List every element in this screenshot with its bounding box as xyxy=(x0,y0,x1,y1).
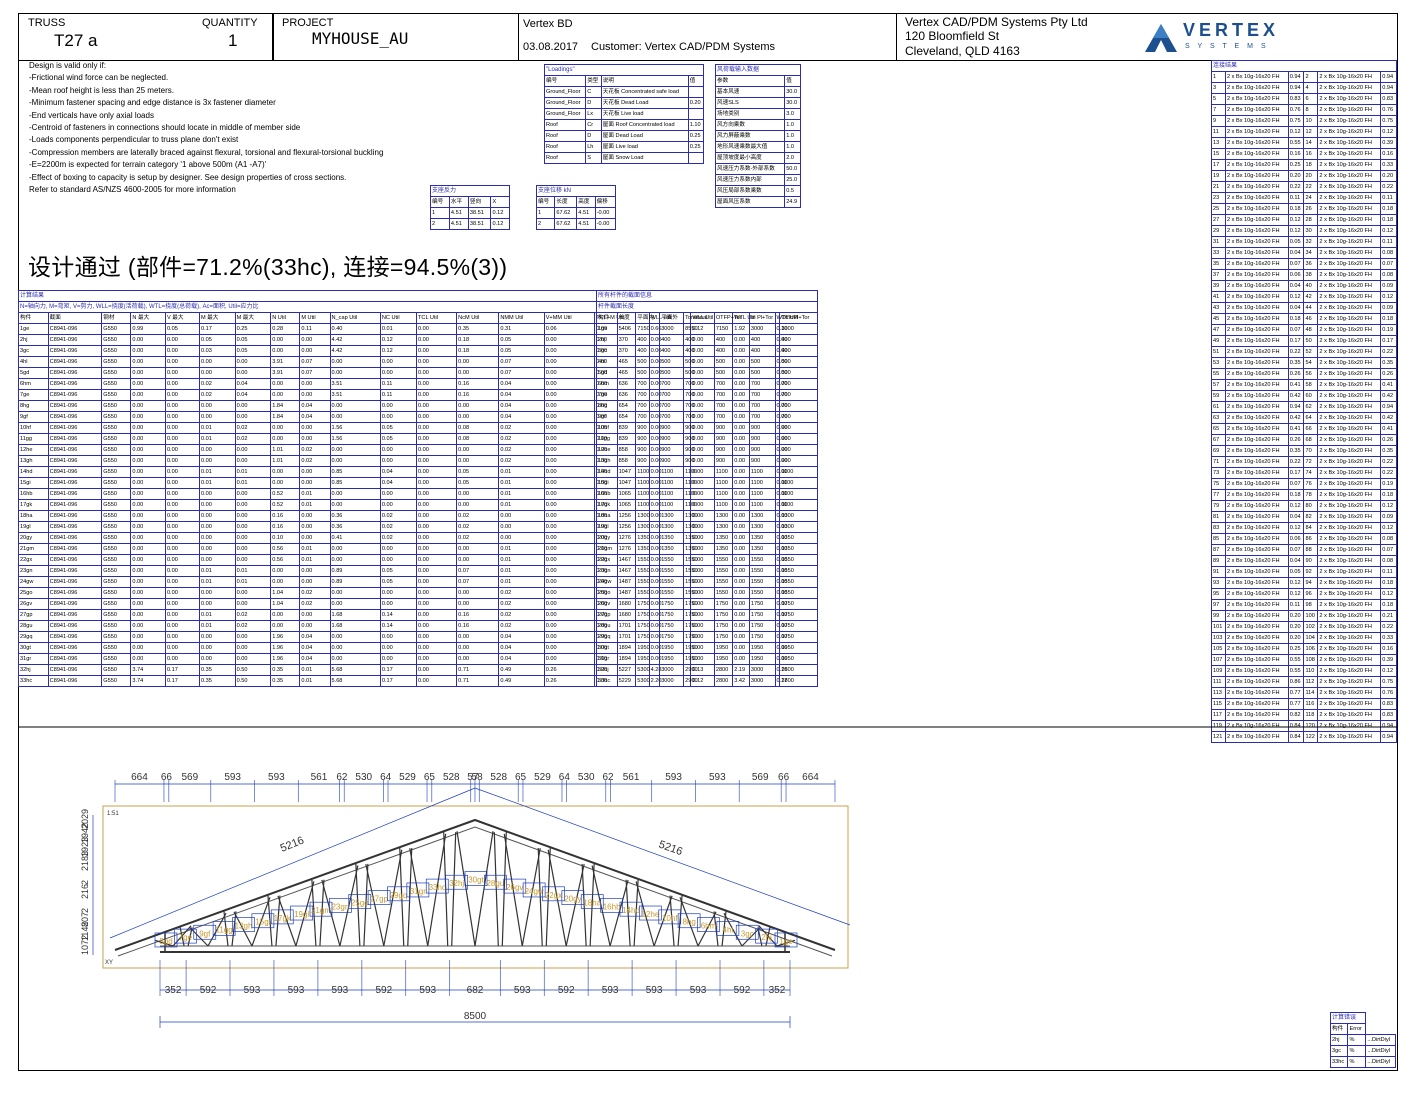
top-dimension-text: 529 xyxy=(399,772,416,783)
member-tag: 28gu xyxy=(486,879,504,888)
top-dimension-text: 62 xyxy=(336,772,348,783)
member-tag: 24gw xyxy=(525,887,544,896)
member-tag: 30gt xyxy=(468,875,484,884)
rafter-length-right: 5216 xyxy=(657,839,684,859)
web-member xyxy=(474,831,494,947)
top-dimension-text: 664 xyxy=(131,772,148,783)
member-tag: 26gv xyxy=(506,883,523,892)
member-tag: 27gp xyxy=(370,895,388,904)
member-tag: 33hc xyxy=(429,883,446,892)
top-dimension-text: 530 xyxy=(355,772,372,783)
member-tag: 16hb xyxy=(603,902,621,911)
member-tag: 29gq xyxy=(390,891,408,900)
top-dimension-text: 593 xyxy=(709,772,726,783)
member-tag: 31gr xyxy=(410,887,426,896)
top-dimension-text: 561 xyxy=(311,772,328,783)
top-dimension-text: 62 xyxy=(603,772,615,783)
member-tag: 9gf xyxy=(199,929,211,938)
member-tag: 17gk xyxy=(274,914,292,923)
truss-drawing: 1:51XY664 66 569 593 593 561 62 530 64 529 65 528 57… xyxy=(18,726,1398,1028)
member-tag: 12he xyxy=(641,910,659,919)
top-dimension-text: 593 xyxy=(224,772,241,783)
top-dimension-text: 66 xyxy=(161,772,173,783)
height-dimension-text: 216 xyxy=(80,884,90,899)
top-dimension-text: 561 xyxy=(623,772,640,783)
bottom-dimension-text: 593 xyxy=(244,985,261,996)
bottom-dimension-text: 593 xyxy=(419,985,436,996)
top-dimension-text: 530 xyxy=(578,772,595,783)
top-dimension-text: 66 xyxy=(778,772,790,783)
member-tag: 1ge xyxy=(779,937,793,946)
bottom-dimension-text: 592 xyxy=(200,985,217,996)
member-tag: 5gd xyxy=(159,937,172,946)
top-dimension-text: 64 xyxy=(380,772,392,783)
bottom-dimension-text: 352 xyxy=(769,985,786,996)
member-tag: 21gm xyxy=(311,906,331,915)
top-dimension-text: 65 xyxy=(515,772,527,783)
overall-dimension-text: 8500 xyxy=(464,1011,487,1022)
top-dimension-text: 528 xyxy=(490,772,507,783)
bottom-dimension-text: 593 xyxy=(690,985,707,996)
member-tag: 20gy xyxy=(564,895,581,904)
member-tag: 10hf xyxy=(662,914,678,923)
member-tag: 11gg xyxy=(216,925,233,934)
member-tag: 19gl xyxy=(294,910,309,919)
member-tag: 8hg xyxy=(682,918,695,927)
member-tag: 3gc xyxy=(741,929,754,938)
height-dimension-text: 2029 xyxy=(80,809,90,829)
top-dimension-text: 593 xyxy=(665,772,682,783)
member-tag: 14hd xyxy=(622,906,640,915)
bottom-dimension-text: 593 xyxy=(514,985,531,996)
rafter-length-left: 5216 xyxy=(279,834,306,854)
rafter-dimension-line-left xyxy=(109,787,476,939)
bottom-dimension-text: 593 xyxy=(288,985,305,996)
member-tag: 32hj xyxy=(449,879,464,888)
bottom-dimension-text: 682 xyxy=(467,985,484,996)
height-dimension-text: 807 xyxy=(80,912,90,927)
top-chord-inner xyxy=(117,826,833,957)
height-dimension-text: 2 xyxy=(80,908,90,913)
member-tag: 23gn xyxy=(331,902,349,911)
top-dimension-text: 529 xyxy=(534,772,551,783)
bottom-dimension-text: 352 xyxy=(165,985,182,996)
top-dimension-text: 593 xyxy=(268,772,285,783)
top-dimension-text: 569 xyxy=(181,772,198,783)
height-dimension-text: 2 xyxy=(80,880,90,885)
member-tag: 13gh xyxy=(235,922,253,931)
top-dimension-text: 58 xyxy=(472,772,484,783)
bottom-dimension-text: 593 xyxy=(646,985,663,996)
top-dimension-text: 664 xyxy=(802,772,819,783)
bottom-dimension-text: 593 xyxy=(332,985,349,996)
bottom-dimension-text: 592 xyxy=(734,985,751,996)
member-tag: 4hl xyxy=(723,925,734,934)
bottom-dimension-text: 593 xyxy=(602,985,619,996)
top-dimension-text: 65 xyxy=(424,772,436,783)
scale-label: 1:51 xyxy=(107,811,119,817)
top-dimension-text: 64 xyxy=(559,772,571,783)
top-dimension-text: 528 xyxy=(443,772,460,783)
web-member xyxy=(456,831,476,947)
top-dimension-text: 569 xyxy=(752,772,769,783)
axis-label: XY xyxy=(105,960,113,966)
member-tag: 25go xyxy=(351,898,369,907)
member-tag: 15gi xyxy=(255,918,270,927)
member-tag: 18ha xyxy=(583,898,601,907)
rafter-dimension-line-right xyxy=(474,787,851,926)
member-tag: 22gx xyxy=(545,891,562,900)
member-tag: 6hm xyxy=(701,922,717,931)
bottom-dimension-text: 592 xyxy=(558,985,575,996)
bottom-dimension-text: 592 xyxy=(375,985,392,996)
member-tag: 2hj xyxy=(761,933,772,942)
member-tag: 7ge xyxy=(179,933,193,942)
